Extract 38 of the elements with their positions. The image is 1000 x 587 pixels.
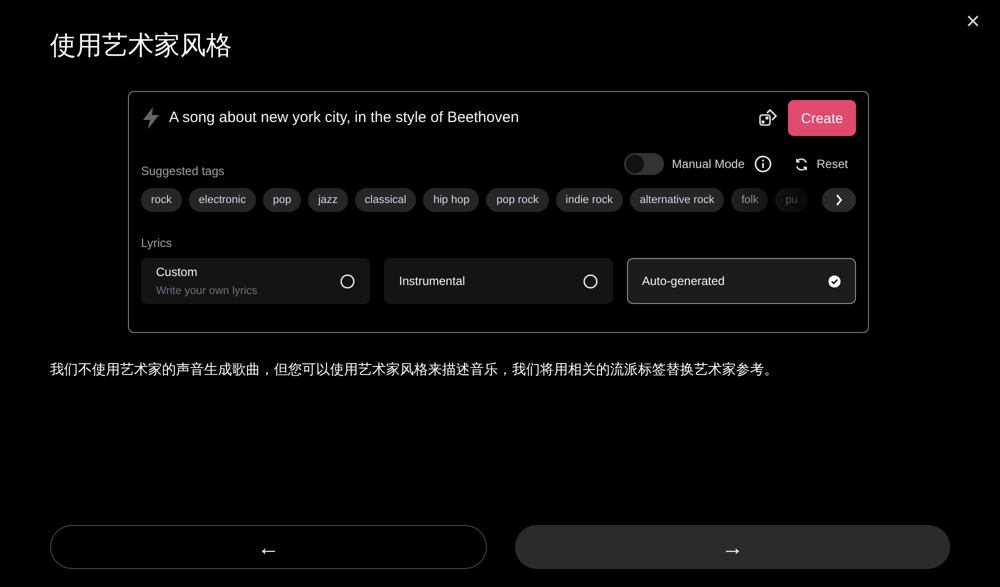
chevron-right-icon (835, 194, 843, 206)
close-button[interactable]: × (966, 10, 980, 34)
tag-chip[interactable]: classical (354, 188, 416, 212)
tag-chip[interactable]: indie rock (556, 188, 623, 212)
radio-circle-icon (340, 274, 355, 288)
tag-chip[interactable]: electronic (188, 188, 256, 212)
reset-button[interactable]: Reset (816, 155, 848, 173)
description-text: 我们不使用艺术家的声音生成歌曲，但您可以使用艺术家风格来描述音乐，我们将用相关的流派标签替换艺术家参考。 (50, 360, 779, 379)
refresh-icon[interactable] (794, 156, 809, 172)
dice-icon[interactable] (758, 108, 778, 128)
radio-circle-icon (583, 274, 598, 288)
tag-chip[interactable]: rock (141, 188, 182, 212)
manual-mode-label: Manual Mode (672, 156, 745, 173)
tag-chip[interactable]: jazz (308, 188, 348, 212)
option-title: Custom (156, 264, 198, 281)
lightning-icon (141, 107, 161, 129)
back-button[interactable]: ← (50, 525, 487, 569)
tag-chip[interactable]: folk (731, 188, 768, 212)
option-title: Auto-generated (642, 273, 725, 290)
next-tags-button[interactable] (822, 188, 856, 212)
option-subtitle: Write your own lyrics (156, 284, 258, 299)
dialog-title: 使用艺术家风格 (50, 29, 233, 62)
section-label: Lyrics (141, 235, 173, 252)
section-label: Suggested tags (141, 163, 224, 180)
manual-mode-toggle[interactable] (624, 153, 664, 175)
lyrics-option[interactable]: Instrumental (384, 258, 613, 304)
tag-chip[interactable]: alternative rock (630, 188, 724, 212)
option-title: Instrumental (399, 273, 466, 290)
tag-chip[interactable]: pop rock (486, 188, 549, 212)
check-circle-icon (828, 274, 841, 288)
info-icon[interactable] (754, 155, 772, 173)
next-button[interactable]: → (515, 525, 950, 569)
lyrics-option[interactable]: Custom Write your own lyrics (141, 258, 370, 304)
prompt-text: A song about new york city, in the style of Beethoven (169, 108, 519, 128)
lyrics-option[interactable]: Auto-generated (627, 258, 856, 304)
tag-chip[interactable]: pop (262, 188, 302, 212)
create-button[interactable]: Create (788, 100, 856, 136)
tag-chip[interactable]: hip hop (423, 188, 480, 212)
